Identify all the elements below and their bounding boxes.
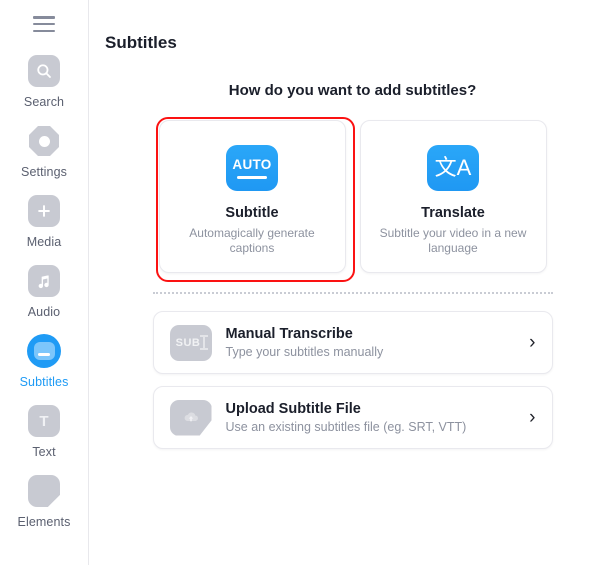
row-manual-transcribe[interactable]: SUB Manual Transcribe Type your subtitle…	[152, 311, 553, 374]
row-subtitle: Type your subtitles manually	[225, 345, 384, 359]
page-title: Subtitles	[105, 33, 177, 52]
audio-note-icon	[27, 264, 61, 298]
card-subtitle-wrap: AUTO Subtitle Automagically generate cap…	[155, 117, 355, 282]
sidebar-item-audio[interactable]: Audio	[0, 264, 89, 332]
card-subtitle-text: Subtitle your video in a new language	[379, 226, 527, 256]
sidebar-item-elements[interactable]: Elements	[0, 474, 89, 542]
settings-icon	[27, 124, 61, 158]
chevron-right-icon[interactable]: ›	[529, 333, 535, 352]
sidebar-item-label: Text	[32, 445, 56, 459]
auto-badge-icon: AUTO	[226, 145, 278, 191]
card-auto-subtitle[interactable]: AUTO Subtitle Automagically generate cap…	[158, 120, 346, 273]
sub-text-cursor-icon: SUB	[169, 324, 212, 361]
sidebar-item-text[interactable]: T Text	[0, 404, 89, 472]
row-text: Manual Transcribe Type your subtitles ma…	[226, 326, 530, 359]
chevron-right-icon[interactable]: ›	[529, 408, 535, 427]
hamburger-bar	[33, 22, 55, 26]
app-root: Search Settings Media Audio Subtitles T …	[0, 0, 616, 565]
auto-badge-label: AUTO	[232, 156, 272, 172]
hamburger-icon[interactable]	[33, 16, 55, 32]
card-translate[interactable]: 文A Translate Subtitle your video in a ne…	[359, 120, 547, 273]
section-question: How do you want to add subtitles?	[228, 82, 477, 99]
sidebar-item-subtitles[interactable]: Subtitles	[0, 334, 89, 402]
row-upload-subtitle-file[interactable]: Upload Subtitle File Use an existing sub…	[152, 386, 553, 449]
subtitles-icon	[27, 334, 61, 368]
elements-icon	[27, 474, 61, 508]
sidebar: Search Settings Media Audio Subtitles T …	[0, 0, 89, 565]
sidebar-item-label: Media	[26, 235, 62, 249]
sidebar-item-label: Subtitles	[19, 375, 69, 389]
row-title: Upload Subtitle File	[225, 401, 361, 417]
card-subtitle-text: Automagically generate captions	[189, 226, 315, 256]
section-divider	[152, 292, 553, 294]
sub-icon-label: SUB	[175, 336, 201, 349]
option-rows: SUB Manual Transcribe Type your subtitle…	[89, 311, 616, 449]
hamburger-bar	[33, 16, 55, 19]
sidebar-item-label: Elements	[17, 515, 71, 529]
option-cards: AUTO Subtitle Automagically generate cap…	[89, 117, 616, 282]
sidebar-item-label: Search	[23, 95, 65, 109]
cloud-upload-icon	[169, 399, 212, 436]
card-title: Translate	[421, 205, 485, 221]
row-title: Manual Transcribe	[225, 326, 353, 342]
sidebar-item-search[interactable]: Search	[0, 54, 89, 122]
card-title: Subtitle	[225, 205, 279, 221]
row-text: Upload Subtitle File Use an existing sub…	[226, 401, 530, 434]
sidebar-item-settings[interactable]: Settings	[0, 124, 89, 192]
sidebar-item-media[interactable]: Media	[0, 194, 89, 262]
text-caret-icon	[200, 335, 209, 350]
auto-badge-underline	[237, 176, 267, 179]
media-plus-icon	[27, 194, 61, 228]
search-icon	[27, 54, 61, 88]
row-subtitle: Use an existing subtitles file (eg. SRT,…	[225, 420, 467, 434]
card-translate-wrap: 文A Translate Subtitle your video in a ne…	[359, 120, 547, 273]
hamburger-bar	[33, 29, 55, 32]
sidebar-item-label: Audio	[27, 305, 61, 319]
text-icon: T	[27, 404, 61, 438]
translate-glyph: 文A	[434, 155, 472, 180]
translate-icon: 文A	[427, 145, 479, 191]
sidebar-item-label: Settings	[21, 165, 67, 179]
main-content: Subtitles How do you want to add subtitl…	[89, 0, 616, 565]
